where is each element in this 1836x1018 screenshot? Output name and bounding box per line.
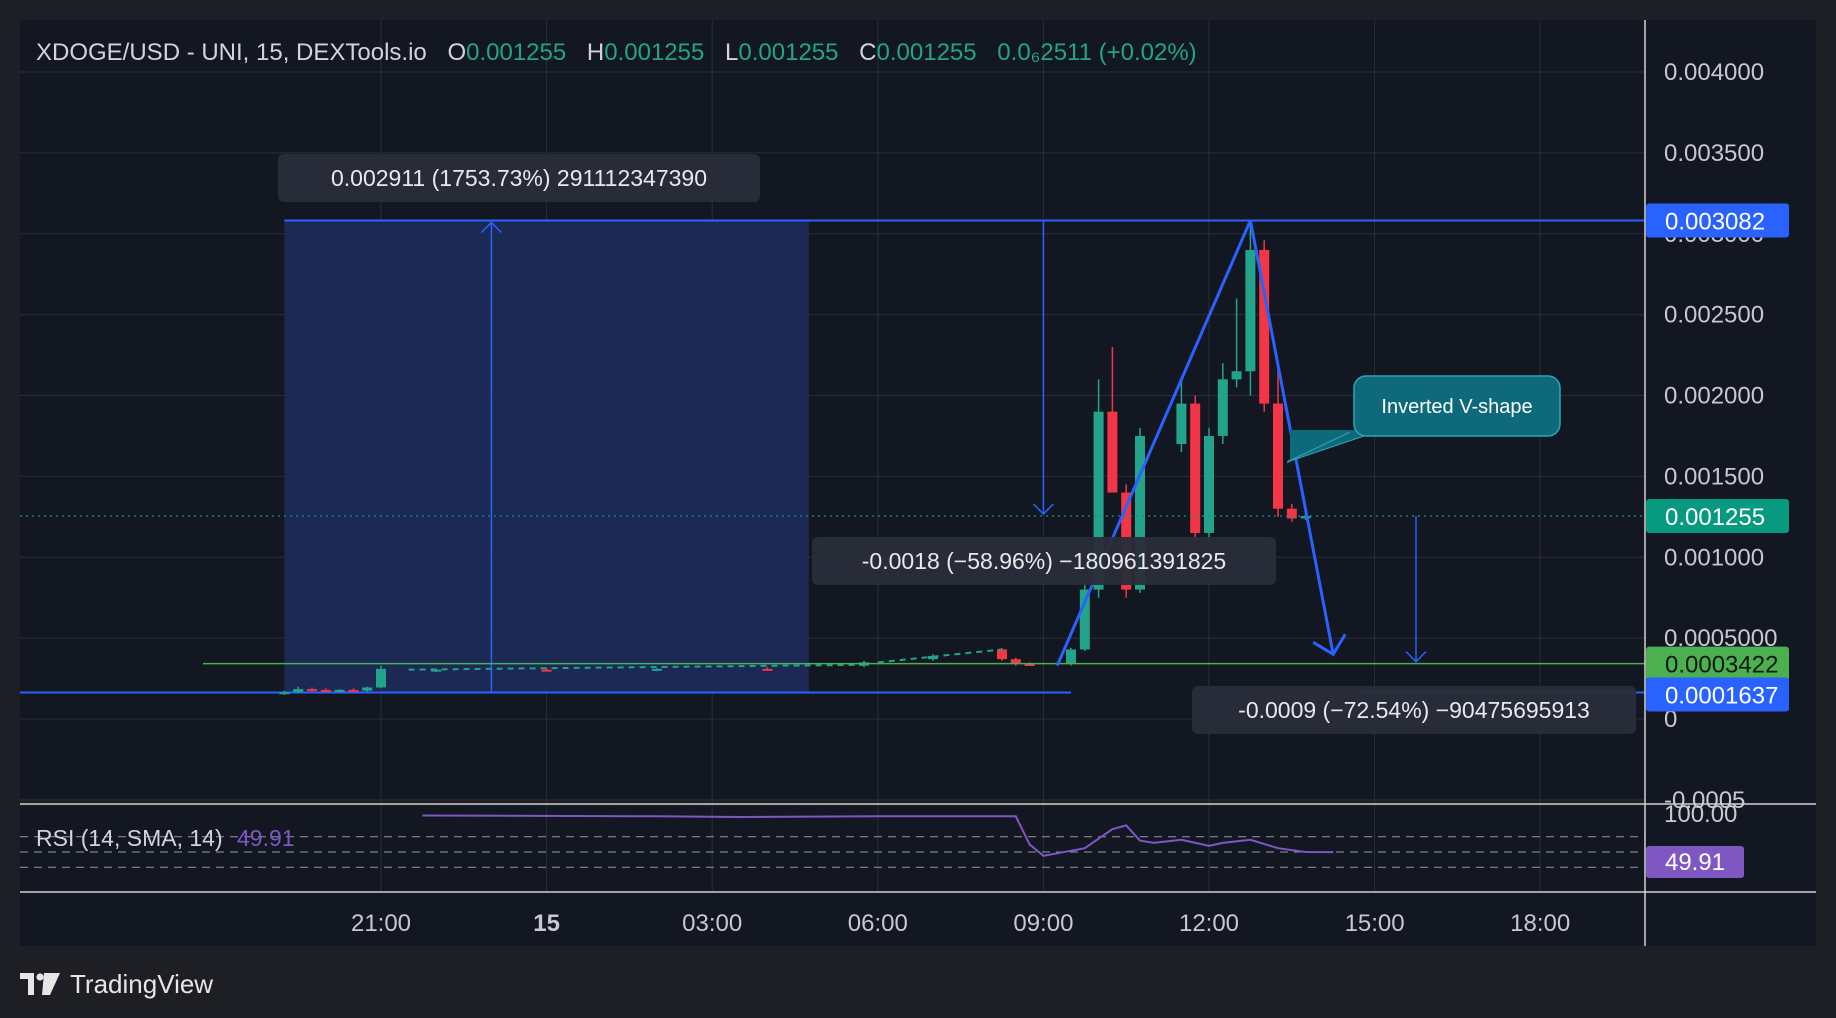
candle-body	[1190, 403, 1201, 533]
drop-measure-label-2-text: -0.0009 (−72.54%) −90475695913	[1238, 697, 1590, 723]
candle-body	[362, 687, 373, 691]
high-label: H	[587, 39, 604, 66]
open-label: O	[447, 39, 466, 66]
candle-body	[652, 668, 662, 671]
symbol-label: XDOGE/USD - UNI, 15, DEXTools.io	[36, 39, 427, 66]
candle-body	[1107, 411, 1118, 493]
rise-measure-label-text: 0.002911 (1753.73%) 291112347390	[331, 165, 707, 191]
x-tick-label: 03:00	[682, 910, 742, 937]
candle-body	[1204, 435, 1214, 533]
y-tick-label: 0.001000	[1664, 544, 1764, 571]
brand-name: TradingView	[70, 968, 214, 999]
candle-body	[320, 689, 331, 692]
open-value: 0.001255	[466, 39, 566, 66]
y-tick-label: 0.002500	[1664, 302, 1764, 329]
drop-measure-label-2: -0.0009 (−72.54%) −90475695913	[1192, 686, 1636, 734]
close-value: 0.001255	[877, 39, 977, 66]
tradingview-logo-icon	[20, 973, 60, 995]
y-tick-label: 0.004000	[1664, 59, 1764, 86]
annotation-text: Inverted V-shape	[1381, 396, 1532, 418]
candle-body	[1066, 649, 1076, 665]
candle-body	[376, 668, 386, 688]
x-tick-label: 21:00	[351, 910, 411, 937]
candle-body	[1217, 379, 1228, 436]
rsi-legend: RSI (14, SMA, 14) 49.91	[36, 825, 295, 851]
candle-body	[762, 668, 773, 671]
y-tick-label: 0.003500	[1664, 140, 1764, 167]
price-badge-top-text: 0.003082	[1665, 208, 1765, 235]
x-tick-label: 15	[533, 910, 560, 937]
low-value: 0.001255	[738, 39, 838, 66]
y-tick-label: 0.001500	[1664, 463, 1764, 490]
rsi-value-badge-text: 49.91	[1665, 849, 1725, 876]
x-tick-label: 15:00	[1345, 910, 1405, 937]
candle-body	[1176, 403, 1187, 445]
rsi-top-tick: 100.00	[1664, 801, 1737, 828]
rise-measure-label: 0.002911 (1753.73%) 291112347390	[278, 154, 760, 202]
rsi-label: RSI (14, SMA, 14)	[36, 825, 223, 851]
x-tick-label: 06:00	[848, 910, 908, 937]
candle-body	[1273, 403, 1283, 509]
drop-measure-label-1: -0.0018 (−58.96%) −180961391825	[812, 537, 1276, 585]
chart-canvas[interactable]: 0.002911 (1753.73%) 291112347390 -0.0018 …	[0, 0, 1836, 1018]
x-tick-label: 18:00	[1510, 910, 1570, 937]
low-label: L	[725, 39, 738, 66]
price-badge-support-text: 0.0003422	[1665, 652, 1778, 679]
candle-body	[279, 692, 290, 695]
high-value: 0.001255	[604, 39, 704, 66]
price-badge-last-text: 0.001255	[1665, 504, 1765, 531]
price-range-box	[284, 220, 809, 693]
x-tick-label: 12:00	[1179, 910, 1239, 937]
legend: XDOGE/USD - UNI, 15, DEXTools.io O0.0012…	[36, 39, 1197, 66]
candle-body	[307, 689, 317, 692]
candle-body	[1231, 371, 1242, 380]
candle-body	[348, 689, 359, 692]
x-tick-label: 09:00	[1013, 910, 1073, 937]
candle-body	[997, 649, 1007, 660]
drop-measure-label-1-text: -0.0018 (−58.96%) −180961391825	[862, 548, 1226, 574]
footer: TradingView	[20, 966, 213, 1002]
close-label: C	[859, 39, 876, 66]
y-tick-label: 0.002000	[1664, 383, 1764, 410]
candle-body	[541, 669, 552, 672]
candle-body	[334, 689, 345, 692]
candle-body	[293, 689, 304, 693]
rsi-legend-value: 49.91	[237, 825, 295, 851]
price-badge-bottom-text: 0.0001637	[1665, 682, 1778, 709]
candle-body	[1286, 508, 1297, 519]
change-value: 0.0₆2511 (+0.02%)	[997, 39, 1196, 66]
candle-body	[1245, 249, 1256, 372]
